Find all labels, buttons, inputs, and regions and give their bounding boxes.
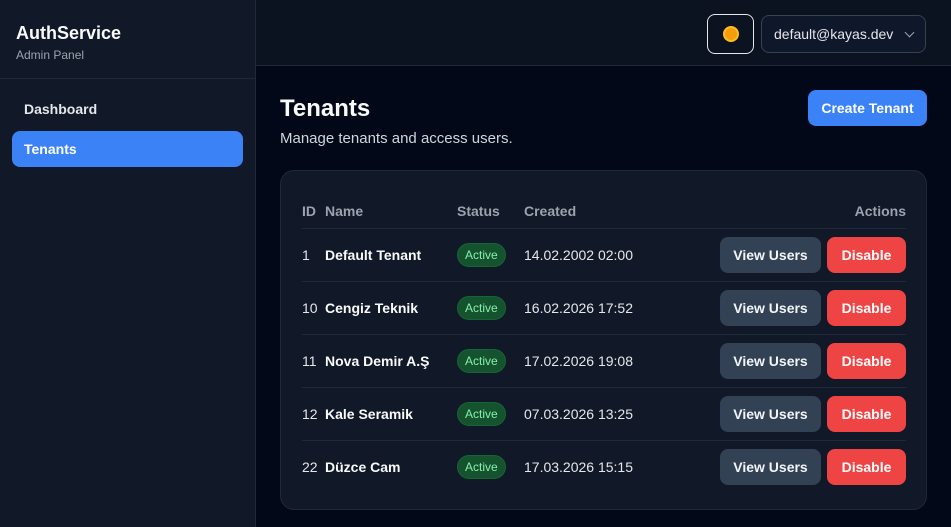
sidebar: AuthService Admin Panel Dashboard Tenant… [0,0,256,527]
status-badge: Active [457,295,506,320]
tenant-id: 1 [302,246,310,263]
tenant-name: Kale Seramik [325,405,413,422]
column-header-status: Status [457,203,500,220]
table-row: 22 Düzce Cam Active 17.03.2026 15:15 Vie… [302,440,906,493]
top-header: default@kayas.dev [256,0,951,66]
column-header-id: ID [302,203,316,220]
sidebar-item-tenants[interactable]: Tenants [12,131,243,167]
user-menu-button[interactable]: default@kayas.dev [761,15,926,53]
column-header-created: Created [524,203,577,220]
status-badge: Active [457,401,506,426]
view-users-button[interactable]: View Users [720,289,821,326]
create-tenant-button[interactable]: Create Tenant [808,90,927,126]
tenant-name: Cengiz Teknik [325,299,419,316]
status-badge: Active [457,454,506,479]
table-header-row: ID Name Status Created Actions [302,195,906,228]
tenant-created: 14.02.2002 02:00 [524,246,633,263]
disable-button[interactable]: Disable [827,236,906,273]
tenant-created: 17.02.2026 19:08 [524,352,633,369]
chevron-down-icon [904,27,915,37]
row-actions: View Users Disable [674,334,906,387]
tenant-id: 22 [302,458,318,475]
table-row: 12 Kale Seramik Active 07.03.2026 13:25 … [302,387,906,440]
view-users-button[interactable]: View Users [720,236,821,273]
column-header-name: Name [325,203,364,220]
tenant-name: Nova Demir A.Ş [325,352,430,369]
sidebar-nav: Dashboard Tenants [0,79,255,183]
view-users-button[interactable]: View Users [720,342,821,379]
brand-title: AuthService [16,23,122,43]
status-badge: Active [457,348,506,373]
row-actions: View Users Disable [674,281,906,334]
view-users-button[interactable]: View Users [720,448,821,485]
user-email: default@kayas.dev [774,26,894,42]
tenant-name: Default Tenant [325,246,422,263]
brand: AuthService Admin Panel [0,0,255,79]
tenants-card: ID Name Status Created Actions 1 Default… [280,170,927,510]
tenant-id: 12 [302,405,318,422]
theme-toggle-button[interactable] [707,14,754,54]
row-actions: View Users Disable [674,228,906,281]
tenant-name: Düzce Cam [325,458,401,475]
table-row: 10 Cengiz Teknik Active 16.02.2026 17:52… [302,281,906,334]
tenant-created: 07.03.2026 13:25 [524,405,633,422]
brand-subtitle: Admin Panel [16,48,85,62]
table-row: 11 Nova Demir A.Ş Active 17.02.2026 19:0… [302,334,906,387]
tenant-id: 10 [302,299,318,316]
disable-button[interactable]: Disable [827,448,906,485]
view-users-button[interactable]: View Users [720,395,821,432]
disable-button[interactable]: Disable [827,395,906,432]
row-actions: View Users Disable [674,440,906,493]
page-title: Tenants [280,95,371,122]
page-subtitle: Manage tenants and access users. [280,130,513,147]
tenant-created: 17.03.2026 15:15 [524,458,633,475]
status-badge: Active [457,242,506,267]
sidebar-item-dashboard[interactable]: Dashboard [12,91,243,127]
row-actions: View Users Disable [674,387,906,440]
tenants-table: ID Name Status Created Actions 1 Default… [302,195,906,493]
tenant-created: 16.02.2026 17:52 [524,299,633,316]
disable-button[interactable]: Disable [827,342,906,379]
sun-icon [724,28,737,40]
disable-button[interactable]: Disable [827,289,906,326]
column-header-actions: Actions [854,203,906,220]
tenant-id: 11 [302,352,317,369]
table-row: 1 Default Tenant Active 14.02.2002 02:00… [302,228,906,281]
